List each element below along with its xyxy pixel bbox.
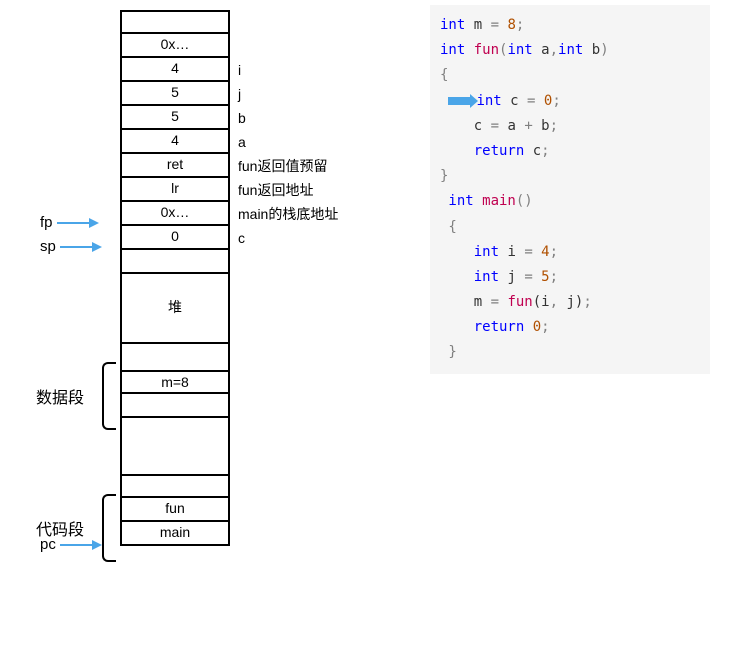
code-cell: main (120, 522, 230, 546)
stack-cell (120, 250, 230, 274)
memory-stack: 0x… 4 5 5 4 ret lr 0x… 0 堆 m=8 fun main (120, 10, 230, 546)
sp-label: sp (40, 238, 56, 255)
arrow-right-icon (60, 246, 100, 248)
stack-label: main的栈底地址 (238, 202, 338, 226)
current-line-arrow-icon (448, 97, 472, 105)
stack-cell (120, 10, 230, 34)
stack-label: fun返回地址 (238, 178, 338, 202)
stack-label: a (238, 130, 338, 154)
stack-cell: 4 (120, 130, 230, 154)
fp-label: fp (40, 214, 53, 231)
arrow-right-icon (60, 544, 100, 546)
stack-label: fun返回值预留 (238, 154, 338, 178)
stack-cell: 0 (120, 226, 230, 250)
stack-label: j (238, 82, 338, 106)
brace-icon (102, 494, 116, 562)
data-cell (120, 394, 230, 418)
stack-label: i (238, 58, 338, 82)
sp-pointer: sp (40, 238, 100, 255)
stack-cell: 0x… (120, 202, 230, 226)
code-cell: fun (120, 498, 230, 522)
heap-cell: 堆 (120, 274, 230, 344)
stack-cell: ret (120, 154, 230, 178)
stack-cell: 0x… (120, 34, 230, 58)
stack-cell: 5 (120, 82, 230, 106)
brace-icon (102, 362, 116, 430)
stack-cell: 4 (120, 58, 230, 82)
data-section-label: 数据段 (36, 384, 84, 408)
stack-label (238, 10, 338, 34)
fp-pointer: fp (40, 214, 97, 231)
stack-label: c (238, 226, 338, 250)
data-cell: m=8 (120, 370, 230, 394)
code-cell (120, 474, 230, 498)
stack-cell: lr (120, 178, 230, 202)
stack-label: b (238, 106, 338, 130)
stack-label (238, 34, 338, 58)
stack-labels: i j b a fun返回值预留 fun返回地址 main的栈底地址 c (238, 10, 338, 250)
arrow-right-icon (57, 222, 97, 224)
code-section-label: 代码段 (36, 516, 84, 540)
stack-cell: 5 (120, 106, 230, 130)
code-block: int m = 8; int fun(int a,int b) { int c … (430, 5, 710, 374)
